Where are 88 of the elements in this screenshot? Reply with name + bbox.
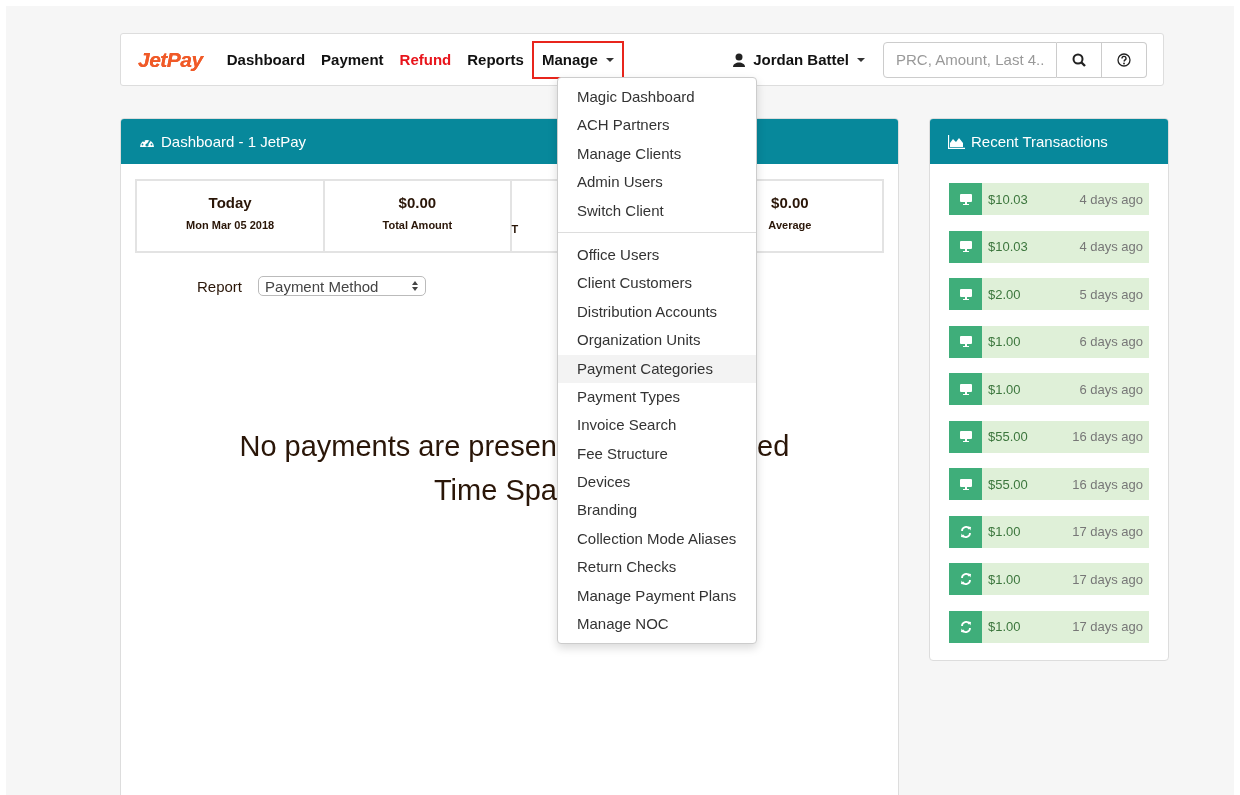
monitor-icon [959,383,972,395]
transaction-time: 4 days ago [1079,239,1143,254]
stat-value: Today [208,194,252,211]
transaction-amount: $1.00 [988,381,1022,397]
transaction-amount: $1.00 [988,619,1022,634]
menu-item[interactable]: Organization Units [558,326,756,355]
transaction-time: 6 days ago [1079,334,1143,349]
menu-item[interactable]: Switch Client [558,196,756,225]
stat-value: $0.00 [771,194,809,211]
empty-message: No payments are presen [238,430,557,463]
nav-link[interactable]: Refund [391,40,460,79]
nav-link[interactable]: Reports [459,40,532,79]
transaction-amount: $55.00 [988,476,1029,492]
caret-icon [605,57,614,62]
menu-item[interactable]: Magic Dashboard [558,83,756,112]
menu-item[interactable]: Devices [558,468,756,497]
transaction-amount: $55.00 [988,429,1029,444]
monitor-icon [959,336,972,347]
transaction-amount: $1.00 [988,524,1022,539]
updown-icon [411,281,420,291]
transaction-item[interactable]: $1.00 17 days ago [949,610,1149,643]
transaction-time: 16 days ago [1072,476,1143,492]
monitor-icon [959,193,972,205]
menu-item[interactable]: Admin Users [558,168,756,197]
user-icon [733,52,746,67]
refresh-icon [959,620,972,633]
menu-item[interactable]: Payment Types [558,382,756,412]
stat-label: Average [768,219,812,231]
menu-item[interactable]: Invoice Search [558,411,756,440]
empty-message: Time Spa [432,474,557,507]
transaction-time: 17 days ago [1072,524,1143,539]
transaction-item[interactable]: $55.00 16 days ago [949,468,1149,500]
transaction-amount: $2.00 [988,286,1022,302]
panel-title: Recent Transactions [971,133,1108,150]
stat-value: $0.00 [398,194,437,211]
transaction-time: 4 days ago [1079,191,1143,207]
transaction-amount: $1.00 [988,571,1022,587]
transaction-time: 17 days ago [1072,571,1143,587]
monitor-icon [959,288,972,300]
menu-item[interactable]: Branding [558,496,756,525]
transaction-item[interactable]: $1.00 17 days ago [949,515,1149,548]
transaction-item[interactable]: $1.00 17 days ago [949,563,1149,595]
transaction-item[interactable]: $55.00 16 days ago [949,420,1149,453]
help-button[interactable] [1102,41,1147,78]
user-menu[interactable]: Jordan Battel [733,40,865,79]
menu-item[interactable]: Manage Payment Plans [558,581,756,611]
refresh-icon [959,573,972,585]
transaction-item[interactable]: $2.00 5 days ago [949,278,1149,310]
transaction-item[interactable]: $10.03 4 days ago [949,230,1149,263]
menu-item[interactable]: Return Checks [558,553,756,582]
transaction-amount: $1.00 [988,334,1022,349]
menu-item[interactable]: Manage NOC [558,610,756,639]
search-icon [1072,52,1086,67]
panel-title: Dashboard - 1 JetPay [161,133,307,150]
transaction-time: 6 days ago [1079,381,1143,397]
transaction-item[interactable]: $1.00 6 days ago [949,373,1149,405]
menu-item[interactable]: ACH Partners [558,111,756,140]
empty-message: ed [757,430,791,463]
area-chart-icon [948,134,965,149]
transaction-time: 17 days ago [1072,619,1143,634]
help-icon [1117,52,1131,67]
stat-label: Total Amount [382,219,453,231]
transaction-time: 5 days ago [1079,286,1143,302]
menu-item[interactable]: Payment Categories [558,354,756,383]
search-button[interactable] [1057,41,1102,78]
menu-item[interactable]: Manage Clients [558,139,756,169]
transaction-amount: $10.03 [988,239,1029,254]
nav-link[interactable]: Payment [313,40,392,79]
nav-link[interactable]: Dashboard [218,40,314,79]
stat-label: Mon Mar 05 2018 [186,219,275,231]
monitor-icon [959,478,972,490]
caret-icon [857,57,865,62]
transaction-amount: $10.03 [988,191,1029,207]
monitor-icon [959,241,972,252]
refresh-icon [959,525,972,538]
search-field[interactable]: PRC, Amount, Last 4.. [883,41,1057,78]
report-label: Report [197,277,243,295]
transaction-item[interactable]: $1.00 6 days ago [949,325,1149,358]
transaction-time: 16 days ago [1072,429,1143,444]
menu-item[interactable]: Office Users [558,240,756,270]
menu-item[interactable]: Client Customers [558,269,756,298]
report-select[interactable]: Payment Method [258,276,427,296]
transaction-item[interactable]: $10.03 4 days ago [949,183,1149,215]
menu-item[interactable]: Distribution Accounts [558,297,756,327]
monitor-icon [959,431,972,442]
menu-item[interactable]: Fee Structure [558,439,756,469]
stat-label: T [511,223,519,235]
menu-item[interactable]: Collection Mode Aliases [558,524,756,554]
